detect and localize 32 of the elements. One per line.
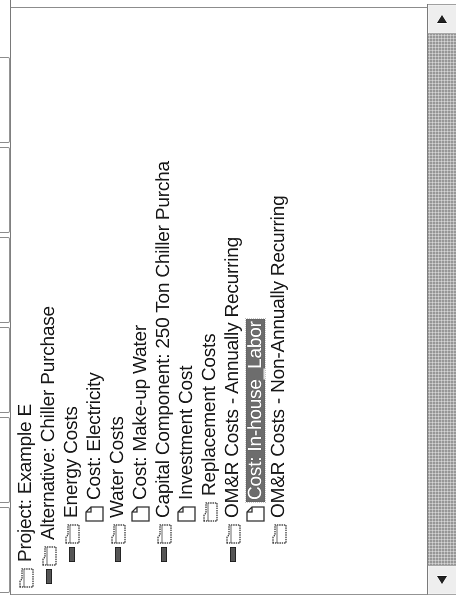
tree-node-label[interactable]: OM&R Costs - Non-Annually Recurring xyxy=(269,194,288,520)
document-icon xyxy=(246,506,265,522)
expanded-handle-icon[interactable] xyxy=(114,548,120,562)
expanded-handle-icon[interactable] xyxy=(160,548,166,562)
document-icon xyxy=(177,506,196,522)
tree-node-label[interactable]: Project: Example E xyxy=(16,402,35,564)
tree-node-label[interactable]: Energy Costs xyxy=(62,404,81,520)
folder-icon xyxy=(224,524,241,544)
tree-node-label[interactable]: Investment Cost xyxy=(177,364,196,502)
expanded-handle-icon[interactable] xyxy=(46,570,52,584)
tree-node-label[interactable]: OM&R Costs - Annually Recurring xyxy=(223,234,242,520)
scroll-left-icon[interactable] xyxy=(437,576,447,584)
document-icon xyxy=(85,506,104,522)
folder-icon xyxy=(109,524,126,544)
folder-icon xyxy=(40,546,57,566)
folder-icon xyxy=(201,502,218,522)
tree-node-label[interactable]: Alternative: Chiller Purchase xyxy=(39,304,58,542)
tree-node-label[interactable]: Cost: In-house_Labor xyxy=(246,319,265,502)
scroll-right-icon[interactable] xyxy=(437,15,447,23)
tree-node-label[interactable]: Capital Component: 250 Ton Chiller Purcha xyxy=(154,159,173,520)
tree-node-label[interactable]: Replacement Costs xyxy=(200,332,219,498)
folder-icon xyxy=(63,524,80,544)
folder-icon xyxy=(17,568,34,588)
folder-icon xyxy=(270,524,287,544)
horizontal-scrollbar[interactable] xyxy=(427,4,456,595)
expanded-handle-icon[interactable] xyxy=(230,548,236,562)
tree-node-label[interactable]: Cost: Electricity xyxy=(85,370,104,502)
document-icon xyxy=(131,506,150,522)
expanded-handle-icon[interactable] xyxy=(68,548,74,562)
folder-icon xyxy=(155,524,172,544)
tree-node-label[interactable]: Cost: Make-up Water xyxy=(131,323,150,502)
tree-node-label[interactable]: Water Costs xyxy=(108,414,127,520)
